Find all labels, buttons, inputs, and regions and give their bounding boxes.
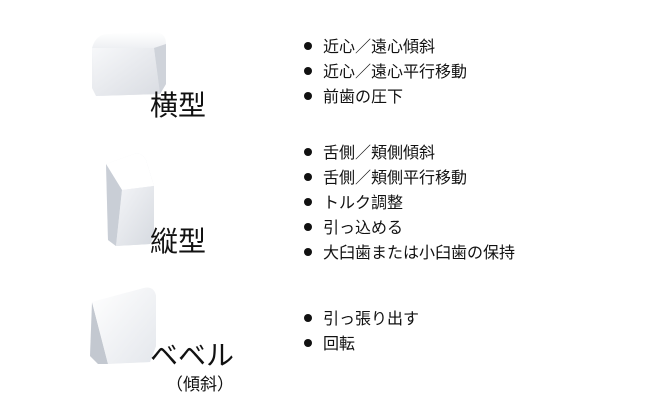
list-item: 舌側／頬側傾斜	[301, 140, 515, 165]
bevel-attachment-illustration	[90, 287, 156, 364]
feature-list-bevel: 引っ張り出す 回転	[301, 306, 419, 356]
attachment-types-figure: 横型 近心／遠心傾斜 近心／遠心平行移動 前歯の圧下 縦型 舌側／頬側傾斜 舌側…	[0, 0, 670, 412]
type-sublabel-bevel: （傾斜）	[166, 375, 234, 395]
list-item: 舌側／頬側平行移動	[301, 165, 515, 190]
list-item: トルク調整	[301, 190, 515, 215]
type-label-bevel: ベベル	[150, 339, 235, 372]
type-label-horizontal: 横型	[150, 89, 207, 122]
list-item: 回転	[301, 331, 419, 356]
list-item: 前歯の圧下	[301, 84, 467, 109]
list-item: 引っ張り出す	[301, 306, 419, 331]
list-item: 大臼歯または小臼歯の保持	[301, 240, 515, 265]
type-label-vertical: 縦型	[150, 225, 207, 258]
list-item: 近心／遠心傾斜	[301, 34, 467, 59]
feature-list-horizontal: 近心／遠心傾斜 近心／遠心平行移動 前歯の圧下	[301, 34, 467, 109]
list-item: 近心／遠心平行移動	[301, 59, 467, 84]
feature-list-vertical: 舌側／頬側傾斜 舌側／頬側平行移動 トルク調整 引っ込める 大臼歯または小臼歯の…	[301, 140, 515, 265]
list-item: 引っ込める	[301, 215, 515, 240]
